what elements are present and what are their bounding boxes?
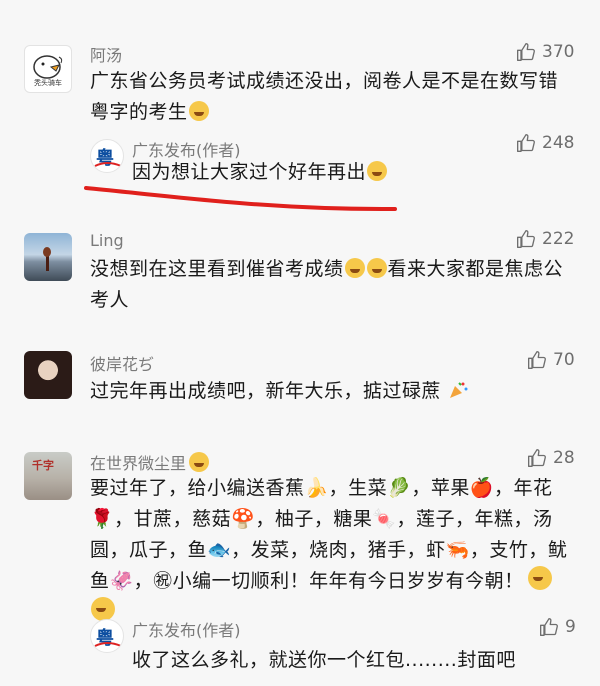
like-button[interactable]: 70 — [527, 350, 575, 370]
thumbs-up-icon — [528, 449, 546, 467]
guangdong-logo-icon: 粤 — [94, 627, 122, 649]
like-count: 248 — [542, 133, 575, 153]
guangdong-logo-icon: 粤 — [94, 147, 122, 169]
like-count: 28 — [553, 448, 575, 468]
avatar[interactable]: 千字 — [24, 452, 72, 500]
like-button[interactable]: 28 — [527, 448, 575, 468]
avatar[interactable] — [24, 351, 72, 399]
thumbs-up-icon — [528, 351, 546, 369]
grinning-emoji-icon — [367, 161, 388, 181]
like-button[interactable]: 9 — [539, 617, 576, 637]
avatar-caption: 秃头骑车 — [34, 79, 62, 87]
sleepy-emoji-icon — [189, 452, 210, 472]
thumbs-up-icon — [517, 134, 535, 152]
comment-author[interactable]: 阿汤 — [90, 42, 122, 66]
like-count: 70 — [553, 350, 575, 370]
reply-author[interactable]: 广东发布(作者) — [132, 617, 241, 641]
comment-author[interactable]: Ling — [90, 231, 124, 250]
comment-author[interactable]: 彼岸花ぢ — [90, 351, 154, 375]
avatar[interactable]: 秃头骑车 — [24, 45, 72, 93]
avatar[interactable]: 粤 — [90, 619, 124, 653]
crying-emoji-icon — [188, 101, 209, 121]
666-emoji-icon — [91, 597, 115, 621]
thumbs-up-icon — [517, 43, 535, 61]
reply-text: 收了这么多礼，就送你一个红包........封面吧 — [132, 649, 516, 671]
comment-text: 广东省公务员考试成绩还没出，阅卷人是不是在数写错粤字的考生 — [90, 70, 559, 123]
like-count: 9 — [565, 617, 576, 637]
thumbs-up-icon — [540, 618, 558, 636]
comment-text: 没想到在这里看到催省考成绩 看来大家都是焦虑公考人 — [90, 258, 564, 311]
comment-text: 过完年再出成绩吧，新年大乐，掂过碌蔗 — [90, 376, 568, 407]
like-button[interactable]: 248 — [516, 133, 574, 153]
crying-emoji-icon — [344, 258, 365, 278]
avatar-stamp: 千字 — [32, 459, 54, 472]
comment-author[interactable]: 在世界微尘里 — [90, 450, 210, 474]
thumbs-up-icon — [517, 230, 535, 248]
comment-text: 要过年了，给小编送香蕉🍌，生菜🥬，苹果🍎，年花🌹，甘蔗，慈菇🍄，柚子，糖果🍬，莲… — [90, 473, 570, 628]
like-count: 222 — [542, 229, 575, 249]
avatar[interactable] — [24, 233, 72, 281]
reply-text: 因为想让大家过个好年再出 — [132, 157, 552, 188]
like-count: 370 — [542, 42, 575, 62]
crying-emoji-icon — [366, 258, 387, 278]
svg-text:粤: 粤 — [96, 147, 114, 169]
svg-text:粤: 粤 — [96, 627, 114, 649]
landscape-icon — [43, 247, 51, 271]
like-button[interactable]: 370 — [516, 42, 574, 62]
666-emoji-icon — [527, 566, 552, 590]
avatar[interactable]: 粤 — [90, 139, 124, 173]
party-popper-icon — [449, 382, 468, 398]
like-button[interactable]: 222 — [516, 229, 574, 249]
